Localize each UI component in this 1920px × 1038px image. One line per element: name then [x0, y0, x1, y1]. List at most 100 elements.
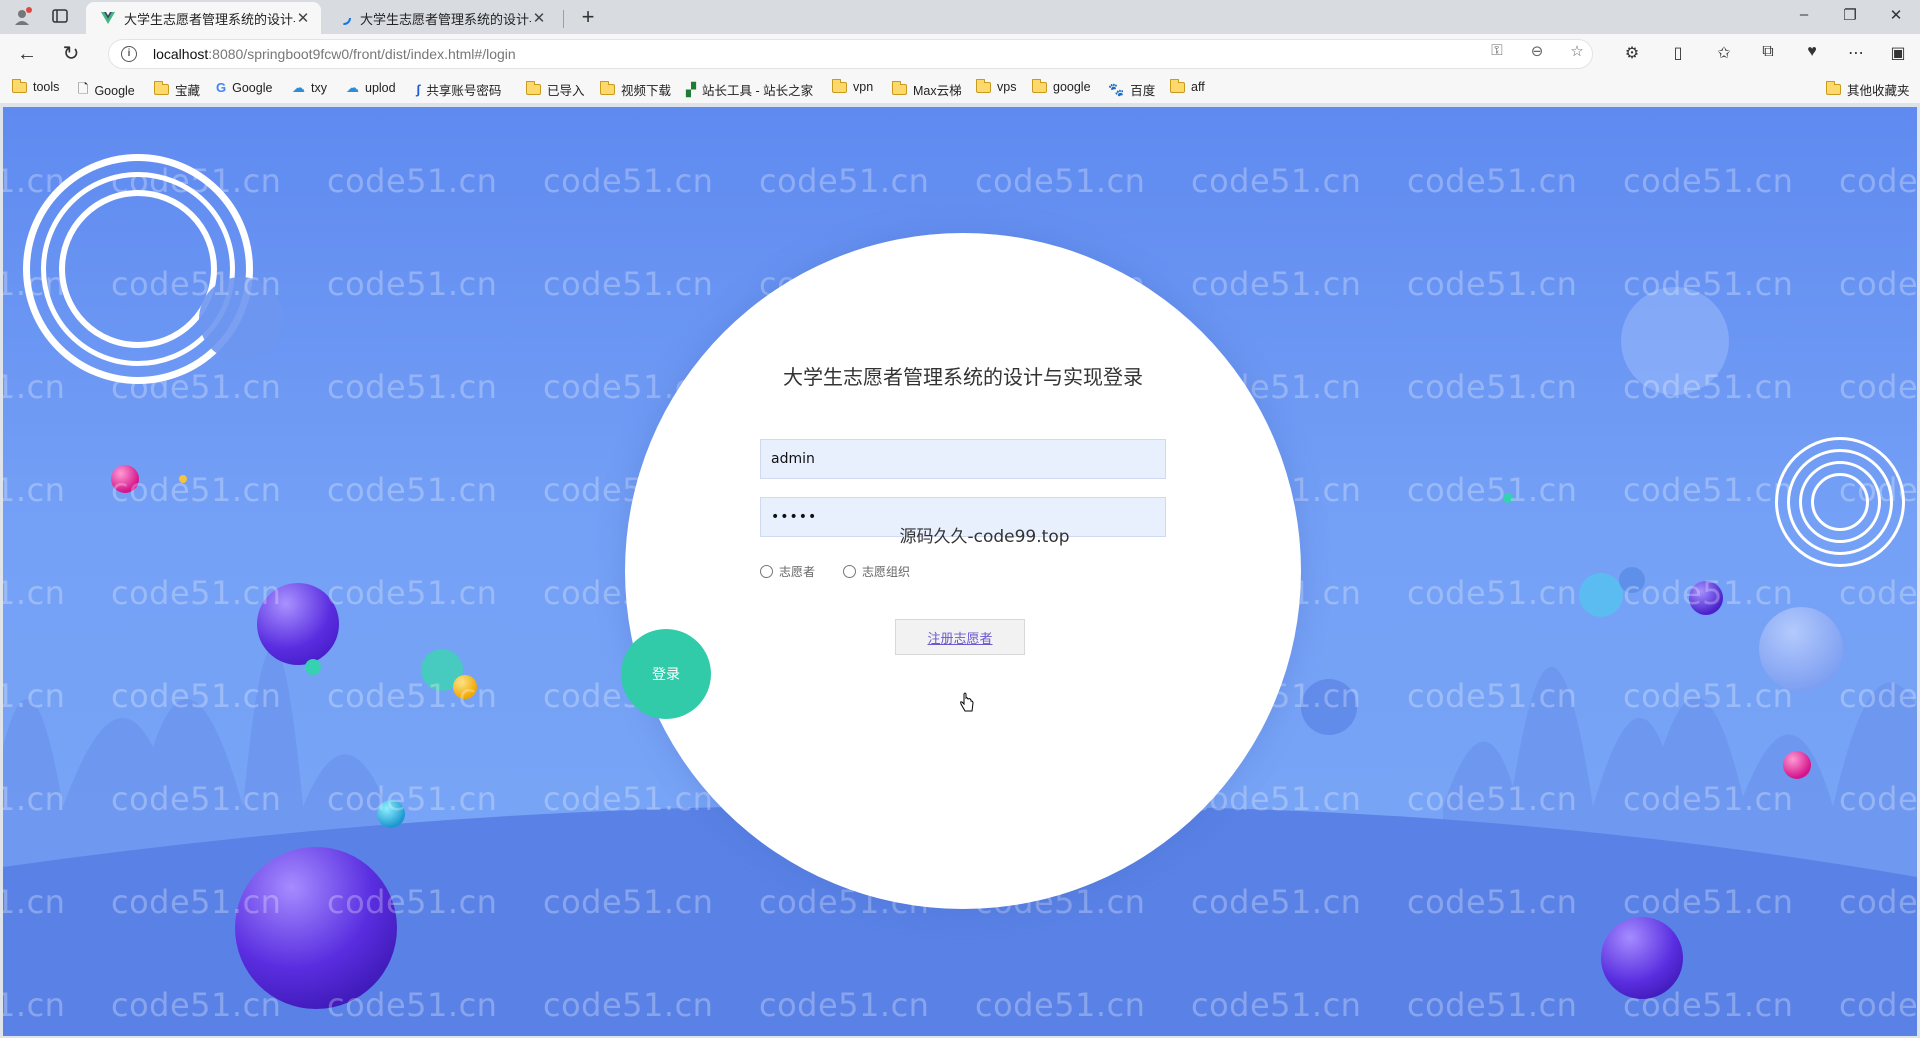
google-icon: G: [216, 80, 227, 95]
watermark-text: code51.cn: [1407, 780, 1578, 818]
watermark-text: code51.cn: [1623, 574, 1794, 612]
extensions-icon[interactable]: ⚙: [1620, 43, 1644, 63]
bookmark-label: Max云梯: [913, 84, 962, 98]
bookmark-google-folder[interactable]: google: [1031, 78, 1091, 94]
bookmark-vpn[interactable]: vpn: [831, 78, 873, 94]
watermark-text: code51.cn: [543, 162, 714, 200]
bookmark-label: 百度: [1130, 84, 1156, 98]
watermark-text: code51.cn: [327, 780, 498, 818]
bookmark-google[interactable]: G Google: [216, 80, 272, 95]
watermark-text: code51.cn: [1839, 265, 1917, 303]
username-input[interactable]: admin: [760, 439, 1166, 479]
watermark-text: code51.cn: [1407, 883, 1578, 921]
watermark-text: code51.cn: [975, 986, 1146, 1024]
tab-title: 大学生志愿者管理系统的设计与实现: [360, 11, 531, 27]
watermark-text: code51.cn: [1623, 471, 1794, 509]
loading-icon: [336, 10, 352, 26]
watermark-text: code51.cn: [1407, 574, 1578, 612]
bookmark-google-page[interactable]: 🗋 Google: [78, 80, 135, 102]
watermark-text: code51.cn: [1623, 883, 1794, 921]
collections-icon[interactable]: ⧉: [1756, 43, 1780, 61]
restore-icon[interactable]: ❐: [1830, 6, 1870, 24]
watermark-text: code51.cn: [1191, 265, 1362, 303]
browser-toolbar: ← ↻ i localhost:8080/springboot9fcw0/fro…: [0, 34, 1920, 74]
minimize-icon[interactable]: –: [1784, 6, 1824, 23]
decorative-dot: [305, 659, 321, 675]
login-page: code51.cn code51.cn code51.cn code51.cn code…: [3, 107, 1917, 1036]
bookmark-tools[interactable]: tools: [11, 78, 60, 94]
watermark-text: code51.cn: [1407, 471, 1578, 509]
site-info-icon[interactable]: i: [121, 46, 137, 62]
watermark-text: code51.cn: [327, 574, 498, 612]
role-option-volunteer[interactable]: 志愿者: [760, 563, 815, 580]
bookmark-other-folders[interactable]: 其他收藏夹: [1825, 80, 1910, 99]
favorite-star-icon[interactable]: ☆: [1567, 42, 1587, 60]
watermark-text: code51.cn: [3, 677, 66, 715]
login-panel: 大学生志愿者管理系统的设计与实现登录 admin ••••• 源码久久-code…: [625, 233, 1301, 909]
folder-icon: [1825, 81, 1841, 95]
watermark-text: code51.cn: [1191, 162, 1362, 200]
watermark-text: code51.cn: [1839, 162, 1917, 200]
browser-tab-strip: 大学生志愿者管理系统的设计与实现 ✕ 大学生志愿者管理系统的设计与实现 ✕ + …: [0, 0, 1920, 34]
browser-essentials-icon[interactable]: ♥: [1800, 43, 1824, 61]
back-icon[interactable]: ←: [14, 42, 40, 68]
bookmark-uplod[interactable]: ☁ uplod: [346, 80, 396, 96]
watermark-text: code51.cn: [1623, 368, 1794, 406]
watermark-text: code51.cn: [1839, 471, 1917, 509]
watermark-text: code51.cn: [1839, 574, 1917, 612]
bookmark-shared-accounts[interactable]: ʃ 共享账号密码: [416, 80, 501, 99]
tab-login[interactable]: 大学生志愿者管理系统的设计与实现 ✕: [86, 2, 321, 34]
bookmark-chinaz[interactable]: ▞ 站长工具 - 站长之家: [686, 80, 813, 99]
role-label: 志愿组织: [862, 565, 911, 579]
folder-icon: [831, 78, 847, 93]
login-button[interactable]: 登录: [621, 629, 711, 719]
watermark-text: code51.cn: [543, 265, 714, 303]
more-menu-icon[interactable]: ⋯: [1844, 43, 1868, 63]
watermark-text: code51.cn: [543, 780, 714, 818]
watermark-text: code51.cn: [3, 574, 66, 612]
address-bar[interactable]: i localhost:8080/springboot9fcw0/front/d…: [108, 39, 1593, 69]
watermark-text: code51.cn: [3, 883, 66, 921]
radio-circle-icon[interactable]: [843, 565, 857, 578]
sidebar-icon[interactable]: ▣: [1886, 43, 1910, 63]
role-option-organization[interactable]: 志愿组织: [843, 563, 910, 580]
cloud-icon: ☁: [346, 80, 359, 95]
decorative-sphere: [1783, 751, 1811, 779]
folder-icon: [153, 81, 169, 95]
radio-circle-icon[interactable]: [760, 565, 773, 578]
close-tab-icon[interactable]: ✕: [531, 9, 547, 27]
watermark-text: code51.cn: [111, 162, 282, 200]
bookmark-imported[interactable]: 已导入: [525, 80, 585, 99]
login-title: 大学生志愿者管理系统的设计与实现登录: [783, 367, 1143, 389]
close-tab-icon[interactable]: ✕: [295, 9, 311, 27]
favorites-icon[interactable]: ✩: [1712, 43, 1736, 63]
bookmark-max[interactable]: Max云梯: [891, 80, 962, 99]
bookmark-baidu[interactable]: 🐾 百度: [1108, 80, 1155, 99]
close-window-icon[interactable]: ✕: [1876, 6, 1916, 24]
tab-actions-icon[interactable]: [50, 7, 70, 27]
bookmark-label: Google: [94, 84, 135, 98]
watermark-text: code51.cn: [111, 677, 282, 715]
bookmark-aff[interactable]: aff: [1169, 78, 1205, 94]
bookmark-video-download[interactable]: 视频下载: [599, 80, 671, 99]
bookmark-baozang[interactable]: 宝藏: [153, 80, 200, 99]
new-tab-icon[interactable]: +: [576, 4, 600, 30]
watermark-text: code51.cn: [1839, 780, 1917, 818]
watermark-text: code51.cn: [111, 368, 282, 406]
site-icon: ʃ: [416, 82, 421, 97]
bookmark-txy[interactable]: ☁ txy: [292, 80, 327, 96]
bookmark-vps[interactable]: vps: [975, 78, 1016, 94]
reload-icon[interactable]: ↻: [58, 42, 84, 68]
tab-second[interactable]: 大学生志愿者管理系统的设计与实现 ✕: [322, 2, 557, 34]
profile-icon[interactable]: [12, 6, 34, 28]
watermark-text: code51.cn: [111, 986, 282, 1024]
key-icon[interactable]: ⚿: [1487, 42, 1507, 59]
split-screen-icon[interactable]: ▯: [1666, 43, 1690, 63]
zoom-out-icon[interactable]: ⊖: [1527, 42, 1547, 60]
register-volunteer-button[interactable]: 注册志愿者: [895, 619, 1025, 655]
watermark-text: code51.cn: [3, 471, 66, 509]
folder-icon: [11, 78, 27, 93]
watermark-text: code51.cn: [1191, 986, 1362, 1024]
watermark-text: code51.cn: [1839, 883, 1917, 921]
bookmark-label: tools: [33, 80, 60, 94]
